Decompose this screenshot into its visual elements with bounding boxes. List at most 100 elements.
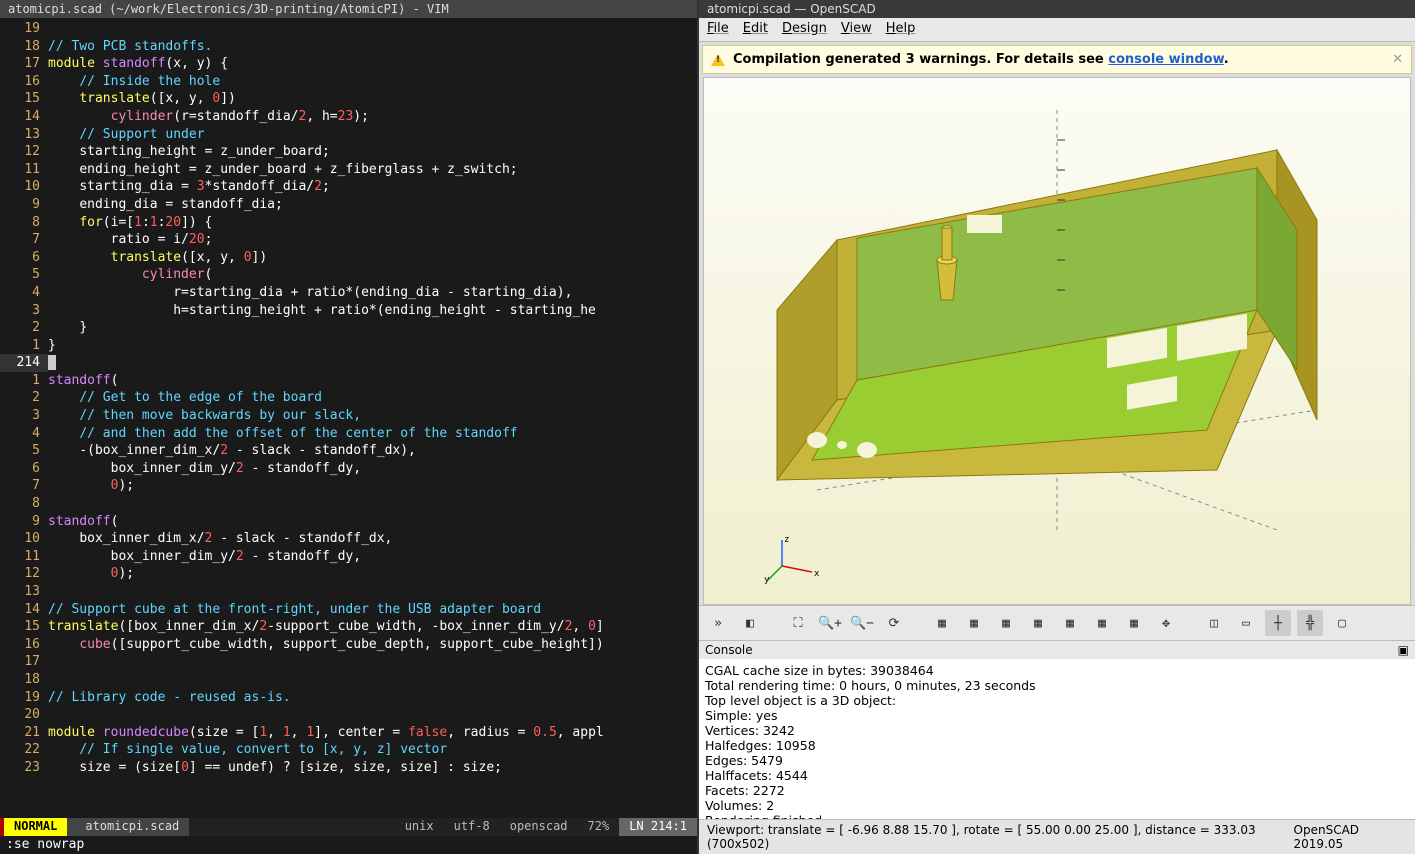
vim-code-line[interactable]: 16 cube([support_cube_width, support_cub…	[0, 636, 697, 654]
line-number: 18	[0, 38, 48, 56]
menu-edit[interactable]: Edit	[743, 21, 768, 38]
vim-code-line[interactable]: 17module standoff(x, y) {	[0, 55, 697, 73]
vim-code-line[interactable]: 21module roundedcube(size = [1, 1, 1], c…	[0, 724, 697, 742]
warning-banner: Compilation generated 3 warnings. For de…	[702, 45, 1412, 74]
cube-preview-icon[interactable]: ◧	[737, 610, 763, 636]
vim-code-line[interactable]: 4 // and then add the offset of the cent…	[0, 425, 697, 443]
code-content: // Get to the edge of the board	[48, 389, 322, 407]
vim-command-line[interactable]: :se nowrap	[0, 836, 697, 854]
vim-code-line[interactable]: 19// Library code - reused as-is.	[0, 689, 697, 707]
expand-icon[interactable]: »	[705, 610, 731, 636]
line-number: 9	[0, 513, 48, 531]
vim-code-line[interactable]: 9 ending_dia = standoff_dia;	[0, 196, 697, 214]
vim-code-line[interactable]: 13 // Support under	[0, 126, 697, 144]
viewport-info: Viewport: translate = [ -6.96 8.88 15.70…	[707, 823, 1294, 851]
orthogonal-icon[interactable]: ▭	[1233, 610, 1259, 636]
vim-code-line[interactable]: 1}	[0, 337, 697, 355]
vim-code-line[interactable]: 7 ratio = i/20;	[0, 231, 697, 249]
vim-fileformat: unix	[395, 818, 444, 836]
line-number: 2	[0, 389, 48, 407]
view-top-icon[interactable]: ▦	[961, 610, 987, 636]
zoom-in-icon[interactable]: 🔍+	[817, 610, 843, 636]
code-content: for(i=[1:1:20]) {	[48, 214, 212, 232]
vim-code-line[interactable]: 16 // Inside the hole	[0, 73, 697, 91]
view-front-icon[interactable]: ▦	[1057, 610, 1083, 636]
vim-code-line[interactable]: 7 0);	[0, 477, 697, 495]
menu-view[interactable]: View	[841, 21, 872, 38]
line-number: 9	[0, 196, 48, 214]
vim-code-line[interactable]: 15 translate([x, y, 0])	[0, 90, 697, 108]
vim-code-line[interactable]: 20	[0, 706, 697, 724]
vim-code-line[interactable]: 23 size = (size[0] == undef) ? [size, si…	[0, 759, 697, 777]
line-number: 23	[0, 759, 48, 777]
console-line: Top level object is a 3D object:	[705, 693, 1409, 708]
code-content: module standoff(x, y) {	[48, 55, 228, 73]
vim-code-line[interactable]: 2 }	[0, 319, 697, 337]
vim-code-line[interactable]: 3 h=starting_height + ratio*(ending_heig…	[0, 302, 697, 320]
view-diagonal-icon[interactable]: ▦	[1121, 610, 1147, 636]
console-output[interactable]: CGAL cache size in bytes: 39038464Total …	[699, 659, 1415, 819]
vim-code-line[interactable]: 3 // then move backwards by our slack,	[0, 407, 697, 425]
perspective-icon[interactable]: ◫	[1201, 610, 1227, 636]
vim-code-line[interactable]: 14// Support cube at the front-right, un…	[0, 601, 697, 619]
vim-code-line[interactable]: 5 cylinder(	[0, 266, 697, 284]
vim-code-line[interactable]: 11 ending_height = z_under_board + z_fib…	[0, 161, 697, 179]
vim-code-line[interactable]: 12 starting_height = z_under_board;	[0, 143, 697, 161]
vim-code-line[interactable]: 12 0);	[0, 565, 697, 583]
rotate-icon[interactable]: ⟳	[881, 610, 907, 636]
vim-code-line[interactable]: 1standoff(	[0, 372, 697, 390]
code-content: module roundedcube(size = [1, 1, 1], cen…	[48, 724, 604, 742]
vim-code-line[interactable]: 19	[0, 20, 697, 38]
line-number: 20	[0, 706, 48, 724]
console-window-link[interactable]: console window	[1108, 52, 1224, 67]
line-number: 19	[0, 689, 48, 707]
vim-code-line[interactable]: 13	[0, 583, 697, 601]
menu-file[interactable]: File	[707, 21, 729, 38]
vim-code-line[interactable]: 15translate([box_inner_dim_x/2-support_c…	[0, 618, 697, 636]
openscad-3d-viewport[interactable]: z x y	[703, 77, 1411, 605]
view-bottom-icon[interactable]: ▦	[993, 610, 1019, 636]
line-number: 12	[0, 565, 48, 583]
vim-code-line[interactable]: 5 -(box_inner_dim_x/2 - slack - standoff…	[0, 442, 697, 460]
vim-code-line[interactable]: 9standoff(	[0, 513, 697, 531]
vim-code-line[interactable]: 8	[0, 495, 697, 513]
vim-code-line[interactable]: 10 box_inner_dim_x/2 - slack - standoff_…	[0, 530, 697, 548]
vim-code-line[interactable]: 2 // Get to the edge of the board	[0, 389, 697, 407]
openscad-window: atomicpi.scad — OpenSCAD FileEditDesignV…	[697, 0, 1415, 854]
code-content: translate([box_inner_dim_x/2-support_cub…	[48, 618, 604, 636]
vim-code-line[interactable]: 17	[0, 653, 697, 671]
vim-code-line[interactable]: 11 box_inner_dim_y/2 - standoff_dy,	[0, 548, 697, 566]
vim-code-line[interactable]: 4 r=starting_dia + ratio*(ending_dia - s…	[0, 284, 697, 302]
vim-code-line[interactable]: 214	[0, 354, 697, 372]
zoom-fit-icon[interactable]: ⛶	[785, 610, 811, 636]
center-icon[interactable]: ✥	[1153, 610, 1179, 636]
console-undock-icon[interactable]: ▣	[1398, 643, 1409, 657]
axes-ticks-icon[interactable]: ╬	[1297, 610, 1323, 636]
vim-code-line[interactable]: 10 starting_dia = 3*standoff_dia/2;	[0, 178, 697, 196]
vim-code-line[interactable]: 14 cylinder(r=standoff_dia/2, h=23);	[0, 108, 697, 126]
line-number: 6	[0, 249, 48, 267]
line-number: 11	[0, 548, 48, 566]
vim-code-line[interactable]: 6 translate([x, y, 0])	[0, 249, 697, 267]
vim-code-line[interactable]: 22 // If single value, convert to [x, y,…	[0, 741, 697, 759]
close-icon[interactable]: ✕	[1392, 52, 1403, 67]
menu-design[interactable]: Design	[782, 21, 827, 38]
crosshair-icon[interactable]: ▢	[1329, 610, 1355, 636]
vim-code-line[interactable]: 18	[0, 671, 697, 689]
code-content: 0);	[48, 477, 134, 495]
line-number: 3	[0, 302, 48, 320]
zoom-out-icon[interactable]: 🔍−	[849, 610, 875, 636]
axes-icon[interactable]: ┼	[1265, 610, 1291, 636]
line-number: 12	[0, 143, 48, 161]
vim-code-line[interactable]: 18// Two PCB standoffs.	[0, 38, 697, 56]
vim-code-line[interactable]: 6 box_inner_dim_y/2 - standoff_dy,	[0, 460, 697, 478]
menu-help[interactable]: Help	[886, 21, 916, 38]
vim-code-line[interactable]: 8 for(i=[1:1:20]) {	[0, 214, 697, 232]
line-number: 1	[0, 372, 48, 390]
vim-mode: NORMAL	[4, 818, 67, 836]
view-right-icon[interactable]: ▦	[929, 610, 955, 636]
view-back-icon[interactable]: ▦	[1089, 610, 1115, 636]
code-content: // Library code - reused as-is.	[48, 689, 291, 707]
view-left-icon[interactable]: ▦	[1025, 610, 1051, 636]
vim-editor[interactable]: 1918// Two PCB standoffs.17module stando…	[0, 18, 697, 818]
